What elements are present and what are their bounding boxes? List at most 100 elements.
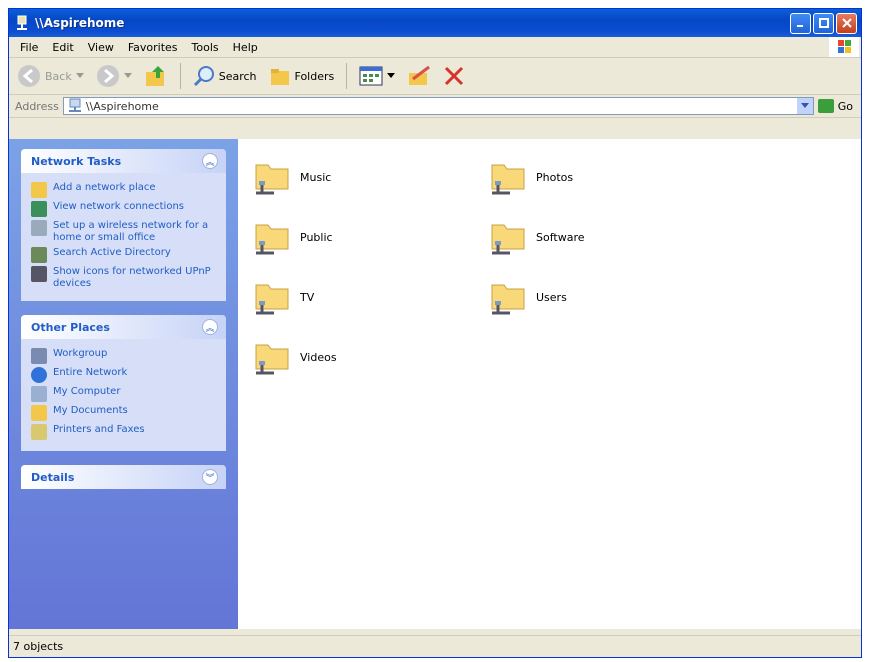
- task-label: View network connections: [53, 201, 185, 212]
- network-share-icon: [68, 98, 81, 112]
- minimize-button[interactable]: [790, 12, 811, 34]
- workgroup-icon: [31, 348, 47, 364]
- folders-button[interactable]: Folders: [265, 63, 339, 89]
- chevron-down-icon: [800, 103, 809, 108]
- status-text: 7 objects: [13, 640, 64, 653]
- task-show-upnp-icons[interactable]: Show icons for networked UPnP devices: [31, 266, 218, 290]
- folder-label: Videos: [300, 350, 337, 364]
- documents-folder-icon: [31, 405, 47, 421]
- task-add-network-place[interactable]: Add a network place: [31, 182, 218, 198]
- folder-item[interactable]: Software: [488, 217, 585, 257]
- folder-item[interactable]: TV: [252, 277, 314, 317]
- back-button[interactable]: Back: [13, 62, 88, 90]
- task-search-active-directory[interactable]: Search Active Directory: [31, 247, 218, 263]
- panel-title: Other Places: [31, 320, 110, 334]
- maximize-icon: [818, 18, 829, 28]
- minimize-icon: [796, 25, 803, 27]
- address-dropdown-button[interactable]: [796, 98, 813, 114]
- place-label: Workgroup: [53, 348, 108, 359]
- move-to-button[interactable]: [403, 63, 435, 89]
- task-setup-wireless[interactable]: Set up a wireless network for a home or …: [31, 220, 218, 244]
- place-label: My Computer: [53, 386, 121, 397]
- task-label: Show icons for networked UPnP devices: [53, 266, 211, 289]
- place-entire-network[interactable]: Entire Network: [31, 367, 218, 383]
- chevron-down-icon: [75, 73, 84, 78]
- panel-title: Network Tasks: [31, 154, 122, 168]
- upnp-device-icon: [31, 266, 47, 282]
- folder-label: Public: [300, 230, 333, 244]
- forward-arrow-icon: [96, 65, 119, 87]
- search-icon: [193, 66, 214, 87]
- shared-folder-icon: [255, 284, 289, 315]
- place-label: Printers and Faxes: [53, 424, 145, 435]
- place-printers-faxes[interactable]: Printers and Faxes: [31, 424, 218, 440]
- globe-icon: [31, 367, 47, 383]
- toolbar-separator: [346, 63, 348, 89]
- other-places-panel: Other Places ︽ Workgroup Entire Network …: [21, 315, 226, 451]
- folders-icon: [270, 69, 289, 85]
- folder-label: Software: [536, 230, 585, 244]
- views-icon: [359, 66, 383, 86]
- details-panel: Details ︾: [21, 465, 226, 489]
- delete-button[interactable]: [439, 63, 469, 89]
- folder-label: TV: [300, 290, 315, 304]
- maximize-button[interactable]: [813, 12, 834, 34]
- network-place-icon: [31, 182, 47, 198]
- shared-folder-icon: [491, 224, 525, 255]
- address-input[interactable]: \\Aspirehome: [62, 97, 814, 115]
- task-label: Search Active Directory: [53, 247, 171, 258]
- chevron-down-icon: [123, 73, 132, 78]
- other-places-header[interactable]: Other Places ︽: [21, 315, 226, 339]
- menu-edit[interactable]: Edit: [45, 41, 80, 54]
- menu-favorites[interactable]: Favorites: [121, 41, 185, 54]
- explorer-window: \\Aspirehome File Edit View Favorites To…: [8, 8, 862, 658]
- menu-help[interactable]: Help: [226, 41, 265, 54]
- move-to-folder-icon: [409, 65, 431, 85]
- menu-view[interactable]: View: [81, 41, 121, 54]
- close-icon: [841, 18, 852, 28]
- folder-item[interactable]: Videos: [252, 337, 337, 377]
- file-view[interactable]: Music Photos Public Software TV Users Vi…: [238, 139, 861, 629]
- folders-label: Folders: [294, 69, 335, 83]
- status-bar: 7 objects: [9, 635, 861, 657]
- up-button[interactable]: [140, 62, 172, 90]
- window-title: \\Aspirehome: [35, 16, 125, 30]
- network-tasks-header[interactable]: Network Tasks ︽: [21, 149, 226, 173]
- toolbar-separator: [179, 63, 181, 89]
- collapse-icon[interactable]: ︽: [202, 319, 218, 335]
- collapse-icon[interactable]: ︽: [202, 153, 218, 169]
- delete-x-icon: [445, 66, 464, 86]
- task-view-network-connections[interactable]: View network connections: [31, 201, 218, 217]
- menu-tools[interactable]: Tools: [185, 41, 226, 54]
- folder-label: Music: [300, 170, 332, 184]
- place-my-documents[interactable]: My Documents: [31, 405, 218, 421]
- place-workgroup[interactable]: Workgroup: [31, 348, 218, 364]
- details-header[interactable]: Details ︾: [21, 465, 226, 489]
- views-button[interactable]: [355, 64, 399, 88]
- place-label: Entire Network: [53, 367, 128, 378]
- address-value: \\Aspirehome: [85, 99, 159, 113]
- wireless-icon: [31, 220, 47, 236]
- menu-file[interactable]: File: [13, 41, 45, 54]
- folder-item[interactable]: Users: [488, 277, 567, 317]
- folder-item[interactable]: Photos: [488, 157, 573, 197]
- toolbar: Back Search Folders: [9, 58, 861, 95]
- folder-item[interactable]: Music: [252, 157, 331, 197]
- forward-button[interactable]: [92, 62, 136, 90]
- title-bar[interactable]: \\Aspirehome: [9, 9, 861, 37]
- search-button[interactable]: Search: [189, 63, 261, 89]
- go-button[interactable]: Go: [817, 99, 853, 113]
- close-button[interactable]: [836, 12, 857, 34]
- computer-icon: [31, 386, 47, 402]
- menu-bar: File Edit View Favorites Tools Help: [9, 37, 861, 58]
- expand-icon[interactable]: ︾: [202, 469, 218, 485]
- folder-item[interactable]: Public: [252, 217, 333, 257]
- folder-label: Users: [536, 290, 567, 304]
- folder-label: Photos: [536, 170, 574, 184]
- directory-search-icon: [31, 247, 47, 263]
- network-connections-icon: [31, 201, 47, 217]
- content-area: Network Tasks ︽ Add a network place View…: [9, 139, 861, 629]
- task-label: Set up a wireless network for a home or …: [53, 220, 209, 243]
- search-label: Search: [218, 69, 257, 83]
- place-my-computer[interactable]: My Computer: [31, 386, 218, 402]
